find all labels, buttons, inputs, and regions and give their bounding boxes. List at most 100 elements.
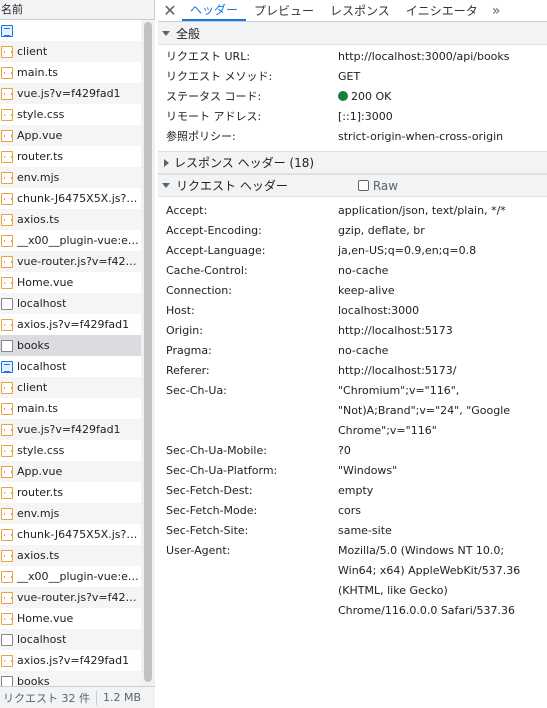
script-file-icon xyxy=(1,654,13,667)
request-row[interactable]: Home.vue xyxy=(0,608,141,629)
raw-toggle[interactable]: Raw xyxy=(357,179,398,193)
request-headers-body: Accept: application/json, text/plain, */*… xyxy=(158,197,547,621)
expand-down-icon xyxy=(162,30,170,36)
raw-checkbox[interactable] xyxy=(357,180,369,191)
general-section-header[interactable]: 全般 xyxy=(158,22,547,45)
request-row[interactable] xyxy=(0,20,141,41)
request-name: __x00__plugin-vue:ex... xyxy=(17,234,141,247)
general-value[interactable]: 200 OK xyxy=(338,87,547,107)
request-header-value[interactable]: no-cache xyxy=(338,261,547,281)
request-row[interactable]: env.mjs xyxy=(0,167,141,188)
request-header-value[interactable]: ?0 xyxy=(338,441,547,461)
request-header-value[interactable]: http://localhost:5173 xyxy=(338,321,547,341)
request-row[interactable]: __x00__plugin-vue:ex... xyxy=(0,230,141,251)
request-row[interactable]: axios.js?v=f429fad1 xyxy=(0,650,141,671)
request-header-key: Sec-Ch-Ua-Mobile: xyxy=(166,444,267,457)
script-file-icon xyxy=(1,255,13,268)
request-row[interactable]: vue-router.js?v=f429... xyxy=(0,587,141,608)
tab-preview[interactable]: プレビュー xyxy=(246,0,322,21)
request-row[interactable]: main.ts xyxy=(0,398,141,419)
request-row[interactable]: Home.vue xyxy=(0,272,141,293)
request-row[interactable]: chunk-J6475X5X.js?v... xyxy=(0,188,141,209)
request-name: localhost xyxy=(17,360,67,373)
request-row[interactable]: router.ts xyxy=(0,482,141,503)
response-headers-section-header[interactable]: レスポンス ヘッダー (18) xyxy=(158,151,547,174)
request-header-key: Accept: xyxy=(166,204,208,217)
request-row[interactable]: localhost xyxy=(0,293,141,314)
request-row[interactable]: main.ts xyxy=(0,62,141,83)
request-row[interactable]: client xyxy=(0,377,141,398)
request-row[interactable]: App.vue xyxy=(0,125,141,146)
request-name: axios.js?v=f429fad1 xyxy=(17,318,130,331)
request-header-value[interactable]: http://localhost:5173/ xyxy=(338,361,547,381)
general-value[interactable]: http://localhost:3000/api/books xyxy=(338,47,547,67)
request-name: router.ts xyxy=(17,486,64,499)
request-header-row: Sec-Fetch-Mode: cors xyxy=(158,501,547,521)
script-file-icon xyxy=(1,108,13,121)
request-header-key: Cache-Control: xyxy=(166,264,248,277)
request-row[interactable]: chunk-J6475X5X.js?v... xyxy=(0,524,141,545)
request-row[interactable]: localhost xyxy=(0,629,141,650)
request-header-value[interactable]: gzip, deflate, br xyxy=(338,221,547,241)
request-header-key: Pragma: xyxy=(166,344,212,357)
close-icon[interactable]: ✕ xyxy=(158,0,182,21)
request-name: env.mjs xyxy=(17,507,60,520)
request-header-value[interactable]: Mozilla/5.0 (Windows NT 10.0; Win64; x64… xyxy=(338,541,547,621)
request-header-value[interactable]: "Windows" xyxy=(338,461,547,481)
request-header-value[interactable]: localhost:3000 xyxy=(338,301,547,321)
request-name: Home.vue xyxy=(17,612,74,625)
request-row[interactable]: style.css xyxy=(0,440,141,461)
request-row[interactable]: books xyxy=(0,335,141,356)
request-row[interactable]: localhost xyxy=(0,356,141,377)
request-row[interactable]: axios.ts xyxy=(0,545,141,566)
script-file-icon xyxy=(1,66,13,79)
request-row[interactable]: __x00__plugin-vue:ex... xyxy=(0,566,141,587)
request-row[interactable]: vue-router.js?v=f429... xyxy=(0,251,141,272)
request-header-row: Connection: keep-alive xyxy=(158,281,547,301)
request-header-value[interactable]: cors xyxy=(338,501,547,521)
request-header-value[interactable]: empty xyxy=(338,481,547,501)
request-headers-section-header[interactable]: リクエスト ヘッダー Raw xyxy=(158,174,547,197)
request-header-value[interactable]: "Chromium";v="116", "Not)A;Brand";v="24"… xyxy=(338,381,547,441)
scrollbar-thumb[interactable] xyxy=(144,22,152,682)
more-tabs-icon[interactable]: » xyxy=(486,0,507,21)
name-column-header[interactable]: 名前 xyxy=(0,0,154,20)
request-name: vue.js?v=f429fad1 xyxy=(17,87,121,100)
request-header-key: Sec-Fetch-Dest: xyxy=(166,484,253,497)
request-row[interactable]: books xyxy=(0,671,141,686)
general-value[interactable]: GET xyxy=(338,67,547,87)
request-header-row: Host: localhost:3000 xyxy=(158,301,547,321)
tab-headers[interactable]: ヘッダー xyxy=(182,0,247,21)
general-key: リモート アドレス: xyxy=(166,110,262,123)
request-row[interactable]: style.css xyxy=(0,104,141,125)
request-row[interactable]: router.ts xyxy=(0,146,141,167)
request-row[interactable]: client xyxy=(0,41,141,62)
script-file-icon xyxy=(1,318,13,331)
request-row[interactable]: env.mjs xyxy=(0,503,141,524)
tab-response[interactable]: レスポンス xyxy=(322,0,398,21)
request-row[interactable]: App.vue xyxy=(0,461,141,482)
request-header-value[interactable]: no-cache xyxy=(338,341,547,361)
general-key: ステータス コード: xyxy=(166,90,262,103)
script-file-icon xyxy=(1,171,13,184)
request-header-value[interactable]: application/json, text/plain, */* xyxy=(338,201,547,221)
transfer-size: 1.2 MB xyxy=(103,691,142,704)
tab-initiator[interactable]: イニシエータ xyxy=(398,0,486,21)
request-header-value[interactable]: keep-alive xyxy=(338,281,547,301)
request-header-key: Origin: xyxy=(166,324,203,337)
expand-right-icon xyxy=(164,158,169,167)
general-value[interactable]: [::1]:3000 xyxy=(338,107,547,127)
request-row[interactable]: axios.ts xyxy=(0,209,141,230)
general-value[interactable]: strict-origin-when-cross-origin xyxy=(338,127,547,147)
request-name: chunk-J6475X5X.js?v... xyxy=(17,192,141,205)
status-divider xyxy=(96,690,97,705)
request-row[interactable]: vue.js?v=f429fad1 xyxy=(0,83,141,104)
request-header-value[interactable]: ja,en-US;q=0.9,en;q=0.8 xyxy=(338,241,547,261)
request-header-value[interactable]: same-site xyxy=(338,521,547,541)
request-name: books xyxy=(17,339,50,352)
request-row[interactable]: vue.js?v=f429fad1 xyxy=(0,419,141,440)
request-list-scrollbar[interactable] xyxy=(141,20,155,686)
request-headers-title: リクエスト ヘッダー xyxy=(176,179,288,193)
general-section-title: 全般 xyxy=(176,26,201,41)
request-row[interactable]: axios.js?v=f429fad1 xyxy=(0,314,141,335)
